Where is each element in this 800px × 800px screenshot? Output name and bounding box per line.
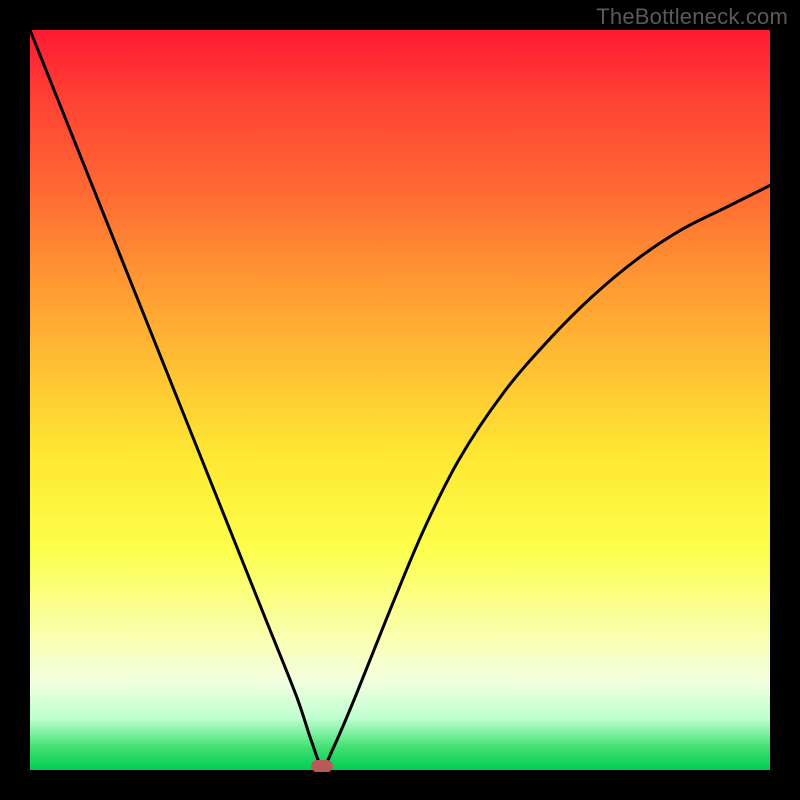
watermark-text: TheBottleneck.com	[596, 4, 788, 30]
bottleneck-curve	[30, 30, 770, 766]
chart-curve-svg	[30, 30, 770, 770]
optimal-point-marker	[311, 760, 333, 772]
chart-frame	[30, 30, 770, 770]
